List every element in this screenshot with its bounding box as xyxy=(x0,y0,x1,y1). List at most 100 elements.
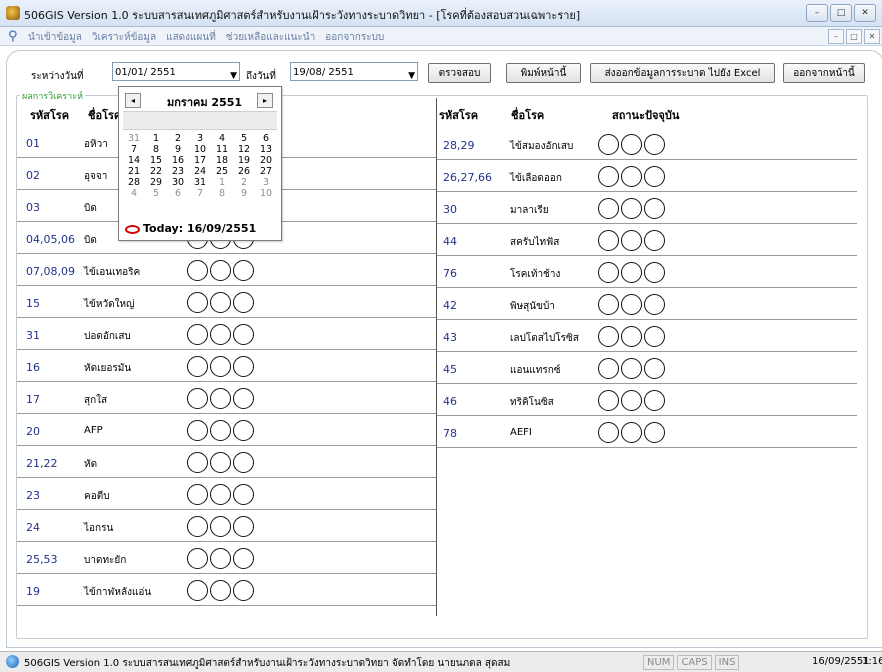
calendar-day[interactable]: 22 xyxy=(145,166,167,177)
calendar-day[interactable]: 19 xyxy=(233,155,255,166)
calendar-day[interactable]: 24 xyxy=(189,166,211,177)
calendar-day[interactable]: 29 xyxy=(145,177,167,188)
disease-code: 76 xyxy=(443,267,457,280)
from-date-picker[interactable]: 01/01/ 2551 ▼ xyxy=(112,62,240,81)
menu-import[interactable]: นำเข้าข้อมูล xyxy=(28,30,82,45)
calendar-day[interactable]: 4 xyxy=(211,133,233,144)
status-light-icon xyxy=(210,356,231,377)
to-date-picker[interactable]: 19/08/ 2551 ▼ xyxy=(290,62,418,81)
today-circle-icon xyxy=(125,224,140,234)
calendar-day[interactable]: 10 xyxy=(255,188,277,199)
disease-code: 20 xyxy=(26,425,40,438)
today-link[interactable]: Today: 16/09/2551 xyxy=(125,222,256,235)
disease-code: 17 xyxy=(26,393,40,406)
status-light-icon xyxy=(210,452,231,473)
status-light-icon xyxy=(187,580,208,601)
disease-name: บิด xyxy=(84,203,97,214)
calendar-day[interactable]: 8 xyxy=(211,188,233,199)
disease-code: 43 xyxy=(443,331,457,344)
calendar-day[interactable]: 25 xyxy=(211,166,233,177)
calendar-day[interactable]: 27 xyxy=(255,166,277,177)
calendar-week: 28 29 30 31 1 2 3 xyxy=(123,177,277,188)
calendar-day[interactable]: 14 xyxy=(123,155,145,166)
disease-code: 78 xyxy=(443,427,457,440)
disease-code: 03 xyxy=(26,201,40,214)
minimize-button[interactable]: – xyxy=(806,4,828,22)
menu-show-map[interactable]: แสดงแผนที่ xyxy=(166,30,216,45)
status-light-icon xyxy=(187,324,208,345)
calendar-day[interactable]: 5 xyxy=(233,133,255,144)
calendar-day[interactable]: 31 xyxy=(189,177,211,188)
status-indicators xyxy=(187,484,254,505)
calendar-day[interactable]: 21 xyxy=(123,166,145,177)
calendar-day[interactable]: 9 xyxy=(233,188,255,199)
calendar-day[interactable]: 6 xyxy=(167,188,189,199)
calendar-day[interactable]: 18 xyxy=(211,155,233,166)
exit-page-button[interactable]: ออกจากหน้านี้ xyxy=(783,63,865,83)
calendar-day[interactable]: 2 xyxy=(167,133,189,144)
mdi-restore-button[interactable]: □ xyxy=(846,29,862,44)
status-light-icon xyxy=(233,516,254,537)
print-button[interactable]: พิมพ์หน้านี้ xyxy=(506,63,581,83)
calendar-week: 21 22 23 24 25 26 27 xyxy=(123,166,277,177)
dropdown-arrow-icon[interactable]: ▼ xyxy=(230,67,237,86)
calendar-day[interactable]: 7 xyxy=(123,144,145,155)
calendar-day[interactable]: 12 xyxy=(233,144,255,155)
mdi-minimize-button[interactable]: – xyxy=(828,29,844,44)
calendar-day[interactable]: 1 xyxy=(211,177,233,188)
calendar-day[interactable]: 5 xyxy=(145,188,167,199)
dropdown-arrow-icon[interactable]: ▼ xyxy=(408,67,415,86)
disease-name: ไข้หวัดใหญ่ xyxy=(84,299,135,310)
disease-name: ไข้เลือดออก xyxy=(510,173,562,184)
status-light-icon xyxy=(621,326,642,347)
row-separator xyxy=(437,223,857,224)
calendar-day[interactable]: 16 xyxy=(167,155,189,166)
status-light-icon xyxy=(644,198,665,219)
next-month-button[interactable]: ▸ xyxy=(257,93,273,108)
calendar-day[interactable]: 10 xyxy=(189,144,211,155)
calendar-day[interactable]: 11 xyxy=(211,144,233,155)
check-button[interactable]: ตรวจสอบ xyxy=(428,63,491,83)
status-light-icon xyxy=(187,388,208,409)
calendar-day[interactable]: 13 xyxy=(255,144,277,155)
calendar-day[interactable]: 26 xyxy=(233,166,255,177)
calendar-day[interactable]: 31 xyxy=(123,133,145,144)
prev-month-button[interactable]: ◂ xyxy=(125,93,141,108)
menu-analyze[interactable]: วิเคราะห์ข้อมูล xyxy=(92,30,156,45)
status-indicators xyxy=(187,452,254,473)
calendar-day[interactable]: 9 xyxy=(167,144,189,155)
calendar-day[interactable]: 2 xyxy=(233,177,255,188)
status-light-icon xyxy=(644,390,665,411)
status-light-icon xyxy=(187,260,208,281)
calendar-day[interactable]: 1 xyxy=(145,133,167,144)
status-light-icon xyxy=(644,358,665,379)
status-light-icon xyxy=(598,326,619,347)
status-date: 16/09/2551 xyxy=(812,656,870,667)
calendar-day[interactable]: 3 xyxy=(189,133,211,144)
mdi-close-button[interactable]: ✕ xyxy=(864,29,880,44)
calendar-day[interactable]: 23 xyxy=(167,166,189,177)
calendar-day[interactable]: 15 xyxy=(145,155,167,166)
calendar-day[interactable]: 6 xyxy=(255,133,277,144)
maximize-button[interactable]: □ xyxy=(830,4,852,22)
row-separator xyxy=(17,509,436,510)
calendar-day[interactable]: 8 xyxy=(145,144,167,155)
calendar-day[interactable]: 28 xyxy=(123,177,145,188)
status-light-icon xyxy=(233,292,254,313)
calendar-day[interactable]: 3 xyxy=(255,177,277,188)
calendar-day[interactable]: 20 xyxy=(255,155,277,166)
calendar-day[interactable]: 30 xyxy=(167,177,189,188)
calendar-day[interactable]: 4 xyxy=(123,188,145,199)
status-light-icon xyxy=(598,262,619,283)
menu-help[interactable]: ช่วยเหลือและแนะนำ xyxy=(226,30,315,45)
status-indicators xyxy=(187,356,254,377)
to-date-value: 19/08/ 2551 xyxy=(293,67,354,78)
status-light-icon xyxy=(210,580,231,601)
status-light-icon xyxy=(644,230,665,251)
calendar-day[interactable]: 7 xyxy=(189,188,211,199)
disease-name: แอนแทรกซ์ xyxy=(510,365,561,376)
export-excel-button[interactable]: ส่งออกข้อมูลการระบาด ไปยัง Excel xyxy=(590,63,775,83)
menu-exit[interactable]: ออกจากระบบ xyxy=(325,30,384,45)
close-button[interactable]: ✕ xyxy=(854,4,876,22)
calendar-day[interactable]: 17 xyxy=(189,155,211,166)
